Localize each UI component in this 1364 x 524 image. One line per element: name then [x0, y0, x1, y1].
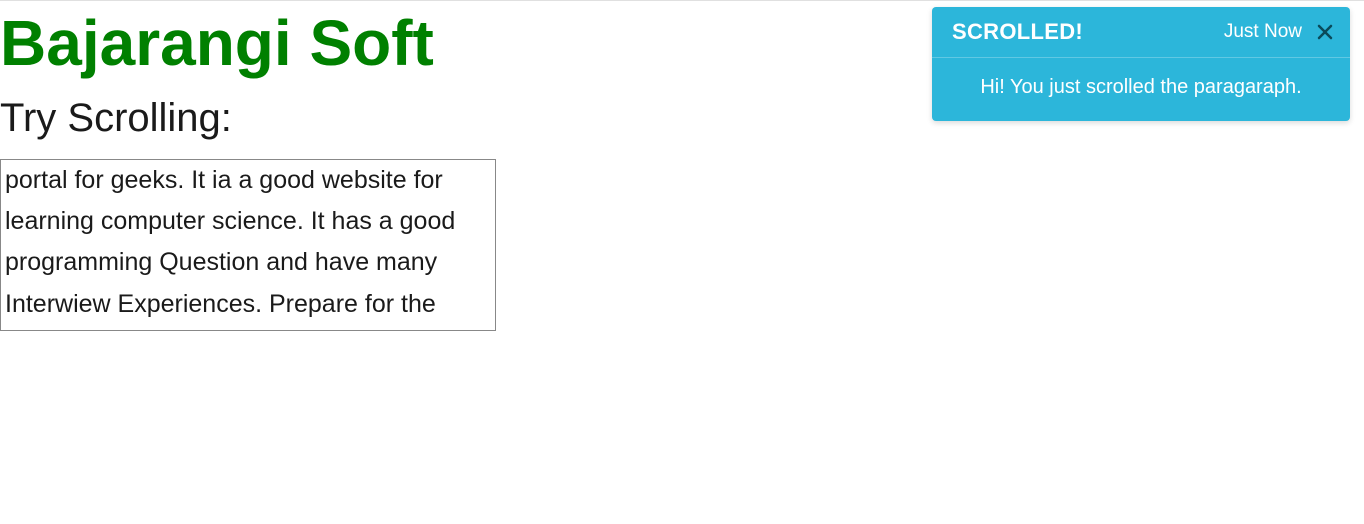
toast-title: SCROLLED! — [952, 19, 1224, 45]
close-icon[interactable] — [1316, 23, 1334, 41]
toast-time: Just Now — [1224, 21, 1302, 43]
toast-header: SCROLLED! Just Now — [932, 7, 1350, 58]
toast-notification: SCROLLED! Just Now Hi! You just scrolled… — [932, 7, 1350, 121]
scroll-spacer: Bajarangi Soft.A Computer Science — [5, 159, 491, 160]
scroll-text: portal for geeks. It ia a good website f… — [5, 166, 455, 331]
scrollable-paragraph[interactable]: Bajarangi Soft.A Computer Science portal… — [0, 159, 496, 331]
toast-body: Hi! You just scrolled the paragaraph. — [932, 58, 1350, 121]
